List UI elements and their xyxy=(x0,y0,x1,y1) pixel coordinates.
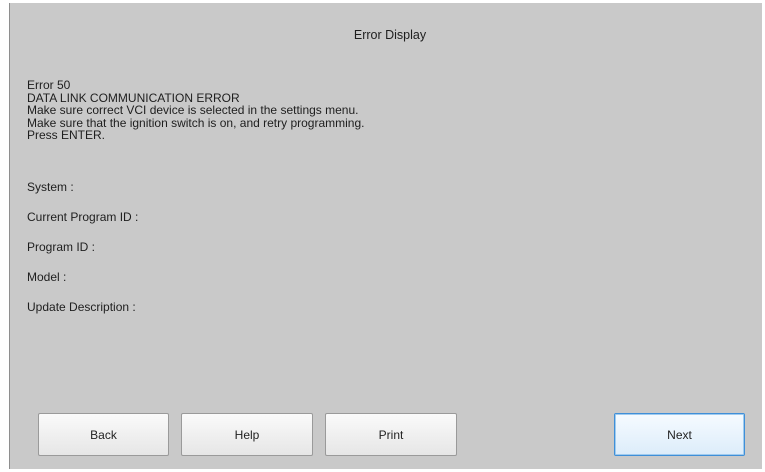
error-code-line: Error 50 xyxy=(27,78,71,92)
error-instruction-line: Make sure correct VCI device is selected… xyxy=(27,103,359,117)
next-button-label: Next xyxy=(667,427,692,442)
window-title: Error Display xyxy=(353,28,427,42)
error-instruction-line: Press ENTER. xyxy=(27,128,106,142)
system-label: System : xyxy=(27,180,74,194)
help-button-label: Help xyxy=(234,427,260,442)
model-label: Model : xyxy=(27,270,67,284)
print-button[interactable]: Print xyxy=(325,413,457,456)
print-button-label: Print xyxy=(378,427,404,442)
back-button-label: Back xyxy=(90,427,117,442)
help-button[interactable]: Help xyxy=(181,413,313,456)
program-id-label: Program ID : xyxy=(27,240,96,254)
error-display-window: Error Display Error 50 DATA LINK COMMUNI… xyxy=(9,3,762,469)
error-message: Error 50 DATA LINK COMMUNICATION ERROR M… xyxy=(27,79,365,142)
next-button[interactable]: Next xyxy=(614,413,745,456)
update-description-label: Update Description : xyxy=(27,300,136,314)
current-program-id-label: Current Program ID : xyxy=(27,210,139,224)
back-button[interactable]: Back xyxy=(38,413,169,456)
